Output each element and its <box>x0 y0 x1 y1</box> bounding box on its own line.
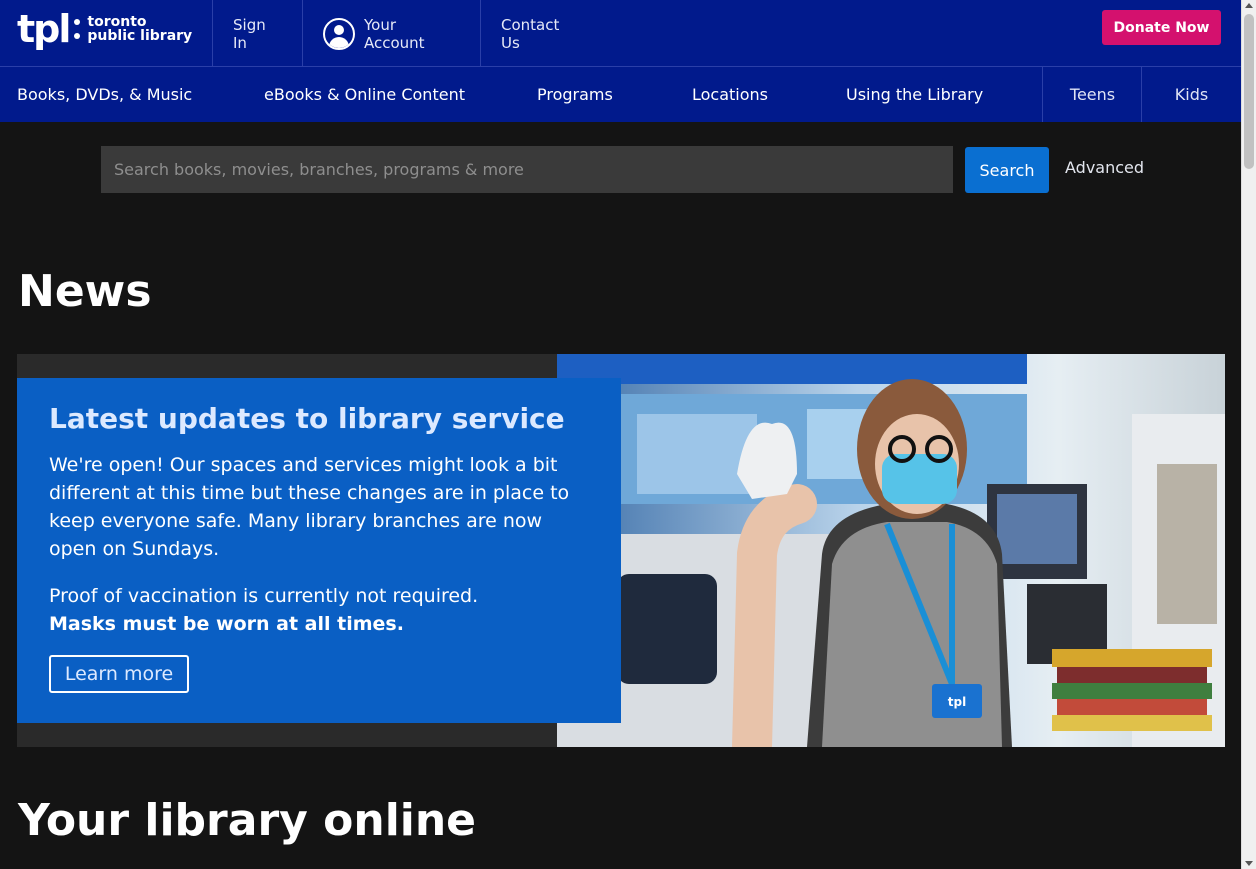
donate-now-button[interactable]: Donate Now <box>1102 10 1221 45</box>
advanced-search-link[interactable]: Advanced <box>1065 158 1144 177</box>
your-library-online-heading: Your library online <box>18 795 477 846</box>
scroll-thumb[interactable] <box>1244 14 1254 169</box>
service-update-card: Latest updates to library service We're … <box>17 378 621 723</box>
masks-note: Masks must be worn at all times. <box>49 613 404 635</box>
nav-item-programs[interactable]: Programs <box>537 67 613 122</box>
logo-line-2: public library <box>87 28 193 44</box>
nav-item-ebooks-online-content[interactable]: eBooks & Online Content <box>264 67 465 122</box>
logo-dots <box>74 19 81 39</box>
sign-in-link[interactable]: Sign In <box>212 0 302 67</box>
logo-wordmark: toronto public library <box>87 15 192 43</box>
learn-more-button[interactable]: Learn more <box>49 655 189 693</box>
staff-waving-photo: tpl <box>557 354 1225 747</box>
nav-item-locations[interactable]: Locations <box>692 67 768 122</box>
nav-item-kids[interactable]: Kids <box>1141 67 1241 122</box>
hero-paragraph-1: We're open! Our spaces and services migh… <box>49 454 570 560</box>
utility-bar: tpl toronto public library Sign In Your … <box>0 0 1241 67</box>
contact-us-link[interactable]: Contact Us <box>480 0 600 67</box>
main-nav: Books, DVDs, & Music eBooks & Online Con… <box>0 67 1241 122</box>
nav-item-teens[interactable]: Teens <box>1042 67 1142 122</box>
scroll-down-arrow-icon[interactable] <box>1245 861 1253 866</box>
tpl-badge-text: tpl <box>948 695 966 709</box>
vaccination-note: Proof of vaccination is currently not re… <box>49 585 479 607</box>
scroll-up-arrow-icon[interactable] <box>1245 3 1253 8</box>
hero-paragraph-2: Proof of vaccination is currently not re… <box>49 582 589 638</box>
hero-title: Latest updates to library service <box>49 402 565 435</box>
nav-item-using-the-library[interactable]: Using the Library <box>846 67 983 122</box>
search-button[interactable]: Search <box>965 147 1049 193</box>
nav-item-books-dvds-music[interactable]: Books, DVDs, & Music <box>17 67 192 122</box>
tpl-logo[interactable]: tpl toronto public library <box>17 8 192 50</box>
news-heading: News <box>18 266 152 317</box>
logo-mark: tpl <box>17 7 71 51</box>
your-account-link[interactable]: Your Account <box>302 0 481 67</box>
search-input[interactable] <box>101 146 953 193</box>
page-scrollbar[interactable] <box>1241 0 1256 869</box>
your-account-label: Your Account <box>364 15 425 52</box>
news-hero: tpl Latest updates to library service We… <box>17 354 1225 747</box>
user-circle-icon <box>323 17 355 50</box>
